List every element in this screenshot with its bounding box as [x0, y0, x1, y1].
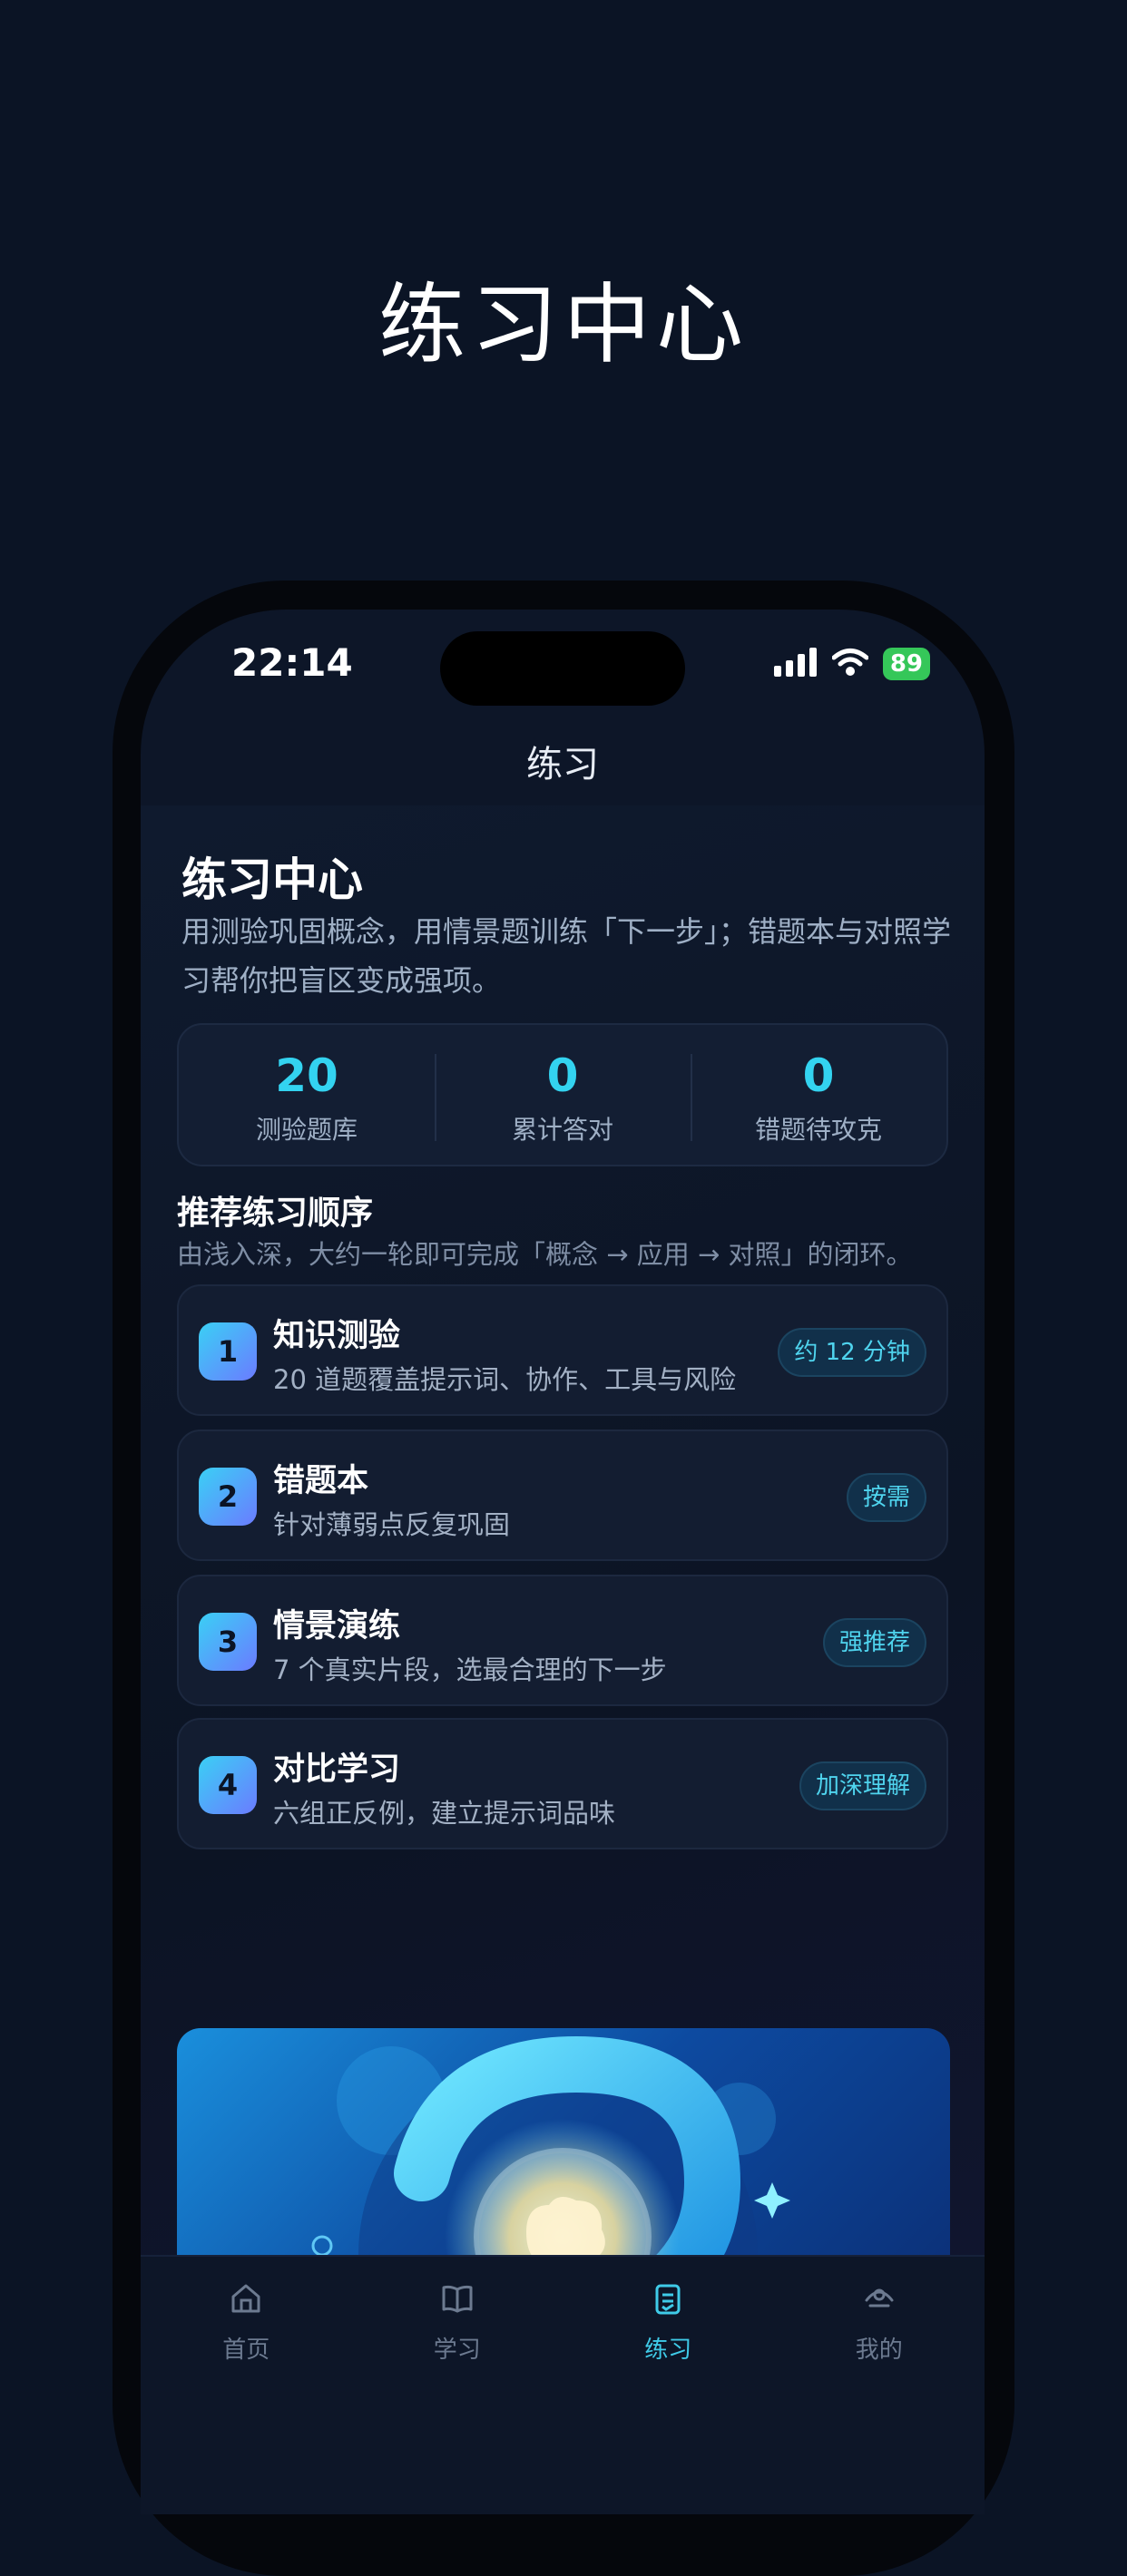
- tab-label: 我的: [855, 2337, 903, 2364]
- step-number: 4: [199, 1756, 257, 1814]
- stat-value: 20: [275, 1049, 338, 1102]
- stat-label: 累计答对: [511, 1115, 613, 1145]
- step-tag: 强推荐: [822, 1618, 926, 1667]
- nav-title: 练习: [526, 744, 599, 785]
- step-card-wrong-book[interactable]: 2 错题本 针对薄弱点反复巩固 按需: [177, 1429, 948, 1561]
- home-icon: [141, 2278, 352, 2318]
- step-number: 1: [199, 1322, 257, 1381]
- stat-wrong-pending: 0 错题待攻克: [691, 1025, 946, 1165]
- step-card-quiz[interactable]: 1 知识测验 20 道题覆盖提示词、协作、工具与风险 约 12 分钟: [177, 1284, 948, 1416]
- step-tag: 加深理解: [799, 1761, 926, 1810]
- hero-title: 练习中心: [181, 854, 363, 906]
- step-title: 对比学习: [273, 1751, 401, 1788]
- section-subtitle: 由浅入深，大约一轮即可完成「概念 → 应用 → 对照」的闭环。: [177, 1239, 913, 1270]
- step-title: 错题本: [273, 1463, 369, 1499]
- hero-description: 用测验巩固概念，用情景题训练「下一步」；错题本与对照学习帮你把盲区变成强项。: [181, 914, 952, 998]
- step-card-scenario[interactable]: 3 情景演练 7 个真实片段，选最合理的下一步 强推荐: [177, 1575, 948, 1706]
- stat-label: 错题待攻克: [754, 1115, 882, 1145]
- tab-label: 学习: [433, 2337, 481, 2364]
- step-card-compare[interactable]: 4 对比学习 六组正反例，建立提示词品味 加深理解: [177, 1718, 948, 1849]
- stat-total-correct: 0 累计答对: [435, 1025, 691, 1165]
- stat-label: 测验题库: [255, 1115, 358, 1145]
- clipboard-icon: [563, 2278, 774, 2318]
- stat-value: 0: [546, 1049, 579, 1102]
- tab-label: 首页: [222, 2337, 270, 2364]
- tab-bar: 首页 学习 练习 我的: [141, 2255, 985, 2514]
- step-title: 知识测验: [273, 1318, 401, 1354]
- section-title: 推荐练习顺序: [177, 1195, 374, 1232]
- status-time: 22:14: [231, 640, 353, 685]
- stat-quiz-bank: 20 测验题库: [179, 1025, 435, 1165]
- step-subtitle: 7 个真实片段，选最合理的下一步: [273, 1654, 667, 1685]
- step-number: 2: [199, 1468, 257, 1526]
- step-number: 3: [199, 1613, 257, 1671]
- tab-practice[interactable]: 练习: [563, 2257, 774, 2514]
- step-title: 情景演练: [273, 1608, 401, 1644]
- practice-content: 练习中心 用测验巩固概念，用情景题训练「下一步」；错题本与对照学习帮你把盲区变成…: [141, 805, 985, 2409]
- tab-label: 练习: [644, 2337, 692, 2364]
- step-subtitle: 20 道题覆盖提示词、协作、工具与风险: [273, 1364, 737, 1395]
- battery-indicator: 89: [882, 648, 930, 680]
- phone-screen: 22:14 89 练习 练习中心 用测验巩固概念，用情景题训练「下一步」；错题本…: [141, 610, 985, 2514]
- step-tag: 按需: [846, 1473, 926, 1522]
- step-subtitle: 针对薄弱点反复巩固: [273, 1509, 511, 1540]
- status-icons: 89: [773, 646, 930, 682]
- stats-card: 20 测验题库 0 累计答对 0 错题待攻克: [177, 1023, 948, 1166]
- book-icon: [352, 2278, 564, 2318]
- tab-profile[interactable]: 我的: [774, 2257, 985, 2514]
- dynamic-island: [440, 631, 685, 706]
- stat-value: 0: [802, 1049, 835, 1102]
- user-icon: [774, 2278, 985, 2318]
- signal-icon: [773, 648, 818, 680]
- tab-study[interactable]: 学习: [352, 2257, 564, 2514]
- page-headline: 练习中心: [378, 274, 749, 376]
- wifi-icon: [831, 648, 869, 680]
- step-subtitle: 六组正反例，建立提示词品味: [273, 1798, 616, 1829]
- step-tag: 约 12 分钟: [778, 1328, 926, 1377]
- tab-home[interactable]: 首页: [141, 2257, 352, 2514]
